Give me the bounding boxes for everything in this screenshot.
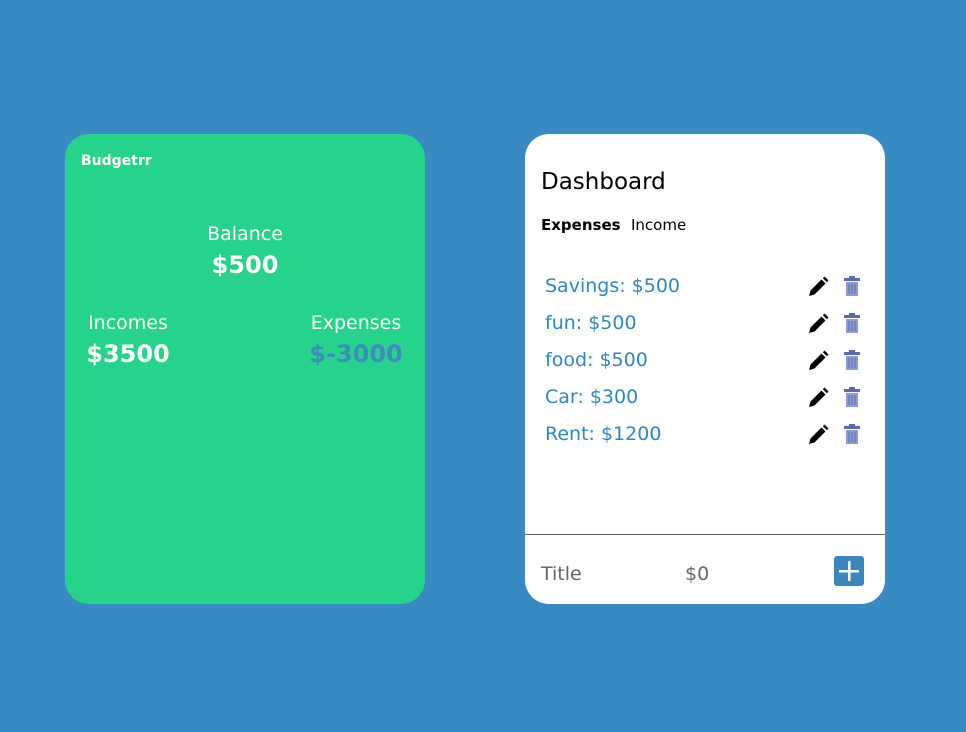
expenses-block: Expenses $-3000 <box>306 311 406 369</box>
list-item: food: $500 <box>525 346 885 383</box>
tab-income[interactable]: Income <box>631 216 686 234</box>
summary-card: Budgetrr Balance $500 Incomes $3500 Expe… <box>65 134 425 604</box>
add-button[interactable] <box>834 556 864 586</box>
item-label: Rent: $1200 <box>545 423 662 445</box>
expenses-label: Expenses <box>310 312 402 334</box>
trash-icon[interactable] <box>844 350 860 370</box>
pencil-icon[interactable] <box>807 276 829 298</box>
incomes-block: Incomes $3500 <box>78 311 178 369</box>
incomes-value: $3500 <box>86 340 170 368</box>
pencil-icon[interactable] <box>807 313 829 335</box>
balance-value: $500 <box>211 251 279 279</box>
pencil-icon[interactable] <box>807 424 829 446</box>
list-item: Car: $300 <box>525 383 885 420</box>
list-item: Rent: $1200 <box>525 420 885 457</box>
dashboard-card: Dashboard Expenses Income Savings: $500 … <box>525 134 885 604</box>
incomes-label: Incomes <box>88 312 168 334</box>
dashboard-title: Dashboard <box>541 169 666 195</box>
trash-icon[interactable] <box>844 276 860 296</box>
tab-expenses[interactable]: Expenses <box>541 216 621 234</box>
app-name: Budgetrr <box>81 153 152 169</box>
amount-input[interactable] <box>683 558 767 590</box>
plus-icon <box>839 561 859 581</box>
expenses-value: $-3000 <box>309 340 403 368</box>
title-input[interactable] <box>539 558 663 590</box>
trash-icon[interactable] <box>844 424 860 444</box>
trash-icon[interactable] <box>844 313 860 333</box>
list-item: fun: $500 <box>525 309 885 346</box>
list-item: Savings: $500 <box>525 272 885 309</box>
balance-block: Balance $500 <box>65 222 425 280</box>
pencil-icon[interactable] <box>807 387 829 409</box>
item-label: fun: $500 <box>545 312 637 334</box>
item-label: Car: $300 <box>545 386 639 408</box>
transaction-list: Savings: $500 fun: $500 food: $500 Car: … <box>525 272 885 457</box>
item-label: food: $500 <box>545 349 648 371</box>
pencil-icon[interactable] <box>807 350 829 372</box>
item-label: Savings: $500 <box>545 275 681 297</box>
balance-label: Balance <box>207 223 283 245</box>
divider <box>525 534 885 535</box>
trash-icon[interactable] <box>844 387 860 407</box>
